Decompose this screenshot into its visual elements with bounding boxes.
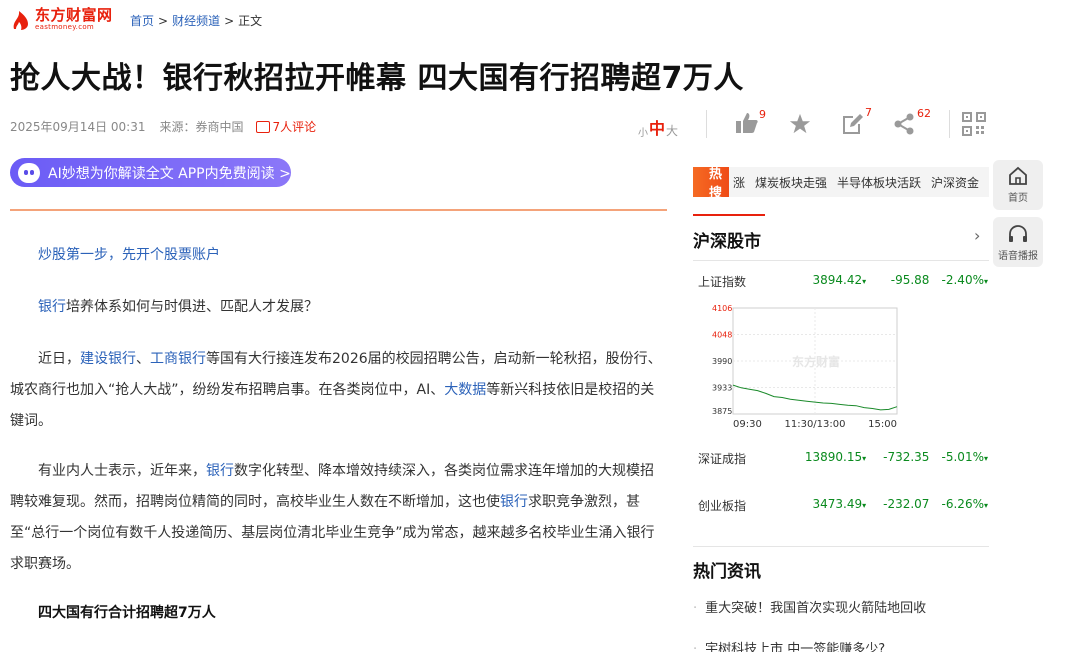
- like-count: 9: [759, 108, 766, 121]
- logo-text: 东方财富网: [35, 6, 113, 24]
- qrcode-button[interactable]: [962, 112, 986, 140]
- side-home-button[interactable]: 首页: [993, 160, 1043, 210]
- keyword-link[interactable]: 银行: [206, 463, 234, 479]
- logo-domain: eastmoney.com: [35, 23, 95, 31]
- side-voice-label: 语音播报: [998, 251, 1038, 262]
- star-icon: [789, 113, 811, 134]
- favorite-button[interactable]: [788, 113, 812, 139]
- open-account-link[interactable]: 炒股第一步，先开个股票账户: [10, 240, 667, 271]
- hot-search-item[interactable]: 沪深资金: [931, 174, 979, 191]
- comment-link[interactable]: 7人评论: [255, 118, 316, 135]
- share-icon: [894, 113, 914, 135]
- hot-news-item[interactable]: 宇树科技上市 中一签能赚多少?: [693, 638, 926, 652]
- ai-button-label: AI妙想为你解读全文 APP内免费阅读 >: [48, 165, 291, 182]
- chart-y-tick-label: 3933: [712, 384, 732, 393]
- hot-search-bar[interactable]: 热搜 涨 煤炭板块走强 半导体板块活跃 沪深资金: [693, 167, 989, 197]
- hot-search-item[interactable]: 煤炭板块走强: [755, 174, 827, 191]
- keyword-link[interactable]: 建设银行: [80, 351, 136, 367]
- keyword-link[interactable]: 银行: [500, 494, 528, 510]
- hot-news-list: 重大突破！我国首次实现火箭陆地回收 宇树科技上市 中一签能赚多少?: [693, 597, 926, 652]
- article-paragraph: 近日，建设银行、工商银行等国有大行接连发布2026届的校园招聘公告，启动新一轮秋…: [10, 351, 662, 429]
- section-divider: [693, 260, 989, 261]
- write-comment-button[interactable]: 7: [841, 106, 872, 140]
- chart-x-tick-label: 11:30/13:00: [784, 419, 845, 430]
- article-paragraph: 银行培养体系如何与时俱进、匹配人才发展？: [38, 299, 318, 315]
- hot-news-title: 热门资讯: [693, 562, 761, 582]
- hot-search-item[interactable]: 半导体板块活跃: [837, 174, 921, 191]
- qrcode-icon: [962, 112, 986, 136]
- ai-interpret-button[interactable]: AI妙想为你解读全文 APP内免费阅读 >: [10, 158, 291, 187]
- thumbs-up-icon: [736, 113, 758, 133]
- side-voice-button[interactable]: 语音播报: [993, 217, 1043, 267]
- toolbar-divider: [706, 110, 707, 138]
- chart-x-tick-label: 09:30: [733, 419, 762, 430]
- publish-date: 2025年09月14日 00:31: [10, 120, 146, 134]
- toolbar-divider: [949, 110, 950, 138]
- index-intraday-chart[interactable]: 东方财富 4106 4048 3990 3933 3875 09:30 11:30/13:…: [698, 300, 908, 432]
- section-accent: [693, 214, 765, 216]
- share-button[interactable]: 62: [893, 107, 931, 139]
- comment-count: 7: [865, 106, 872, 119]
- font-medium-button[interactable]: 中: [649, 115, 665, 139]
- hot-search-tag: 热搜: [693, 167, 729, 197]
- chart-y-tick-label: 4048: [712, 331, 732, 340]
- article-divider: [10, 209, 667, 211]
- comment-icon: [255, 120, 270, 133]
- chart-y-tick-label: 3875: [712, 407, 732, 416]
- breadcrumb-home[interactable]: 首页: [130, 14, 154, 28]
- font-size-switch: 小中大: [638, 115, 678, 139]
- home-icon: [1009, 166, 1027, 185]
- hot-search-items: 涨 煤炭板块走强 半导体板块活跃 沪深资金: [733, 174, 989, 191]
- keyword-link[interactable]: 大数据: [444, 382, 486, 398]
- font-small-button[interactable]: 小: [638, 124, 648, 139]
- edit-icon: [843, 114, 863, 134]
- ai-robot-icon: [18, 162, 40, 183]
- chart-y-ticks: 4106 4048 3990 3933 3875: [712, 304, 732, 416]
- site-logo[interactable]: 东方财富网 eastmoney.com: [10, 8, 113, 31]
- chart-y-tick-label: 4106: [712, 304, 732, 313]
- chart-watermark: 东方财富: [792, 354, 840, 369]
- side-home-label: 首页: [1008, 193, 1028, 204]
- keyword-link[interactable]: 工商银行: [150, 351, 206, 367]
- article-source: 来源：券商中国: [159, 120, 244, 134]
- index-row[interactable]: 创业板指 3473.49▾ -232.07 -6.26%▾: [698, 497, 988, 514]
- headphones-icon: [1009, 225, 1027, 242]
- chart-x-ticks: 09:30 11:30/13:00 15:00: [733, 419, 897, 430]
- article-paragraph: 有业内人士表示，近年来，银行数字化转型、降本增效持续深入，各类岗位需求连年增加的…: [10, 463, 655, 572]
- logo-flame-icon: [13, 10, 28, 30]
- promo-link-row: 炒股第一步，先开个股票账户: [10, 240, 667, 271]
- font-large-button[interactable]: 大: [666, 122, 678, 139]
- article-title: 抢人大战！银行秋招拉开帷幕 四大国有行招聘超7万人: [10, 61, 744, 96]
- index-row[interactable]: 上证指数 3894.42▾ -95.88 -2.40%▾: [698, 273, 988, 290]
- share-count: 62: [917, 107, 931, 120]
- breadcrumb: 首页 > 财经频道 > 正文: [130, 14, 263, 28]
- section-divider: [693, 546, 989, 547]
- breadcrumb-current: 正文: [238, 14, 263, 28]
- chart-y-tick-label: 3990: [712, 357, 732, 366]
- market-more-chevron-icon[interactable]: ›: [974, 226, 980, 245]
- article-meta: 2025年09月14日 00:31 来源：券商中国 7人评论: [10, 118, 330, 135]
- hot-news-item[interactable]: 重大突破！我国首次实现火箭陆地回收: [693, 597, 926, 616]
- chart-x-tick-label: 15:00: [868, 419, 897, 430]
- index-row[interactable]: 深证成指 13890.15▾ -732.35 -5.01%▾: [698, 450, 988, 467]
- market-section-title: 沪深股市: [693, 232, 761, 252]
- article-subheading: 四大国有行合计招聘超7万人: [38, 605, 216, 621]
- hot-search-item[interactable]: 涨: [733, 174, 745, 191]
- breadcrumb-channel[interactable]: 财经频道: [172, 14, 220, 28]
- keyword-link[interactable]: 银行: [38, 299, 66, 315]
- like-button[interactable]: 9: [735, 108, 766, 138]
